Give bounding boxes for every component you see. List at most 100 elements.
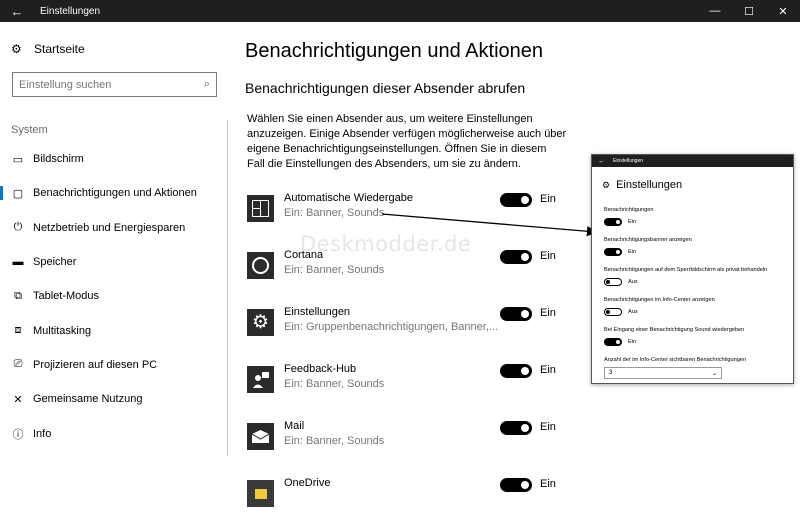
onedrive-icon xyxy=(247,480,274,507)
section-label: System xyxy=(11,124,48,136)
section-description: Wählen Sie einen Absender aus, um weiter… xyxy=(247,113,567,170)
sidebar-item-label: Speicher xyxy=(33,256,77,269)
sidebar-item-label: Multitasking xyxy=(33,324,92,337)
inset-toggle[interactable] xyxy=(604,248,622,256)
sender-toggle[interactable] xyxy=(500,421,532,435)
watermark-text: Deskmodder.de xyxy=(300,232,472,256)
inset-toggle-state: Aus xyxy=(628,309,638,315)
home-link[interactable]: ⚙ Startseite xyxy=(11,42,85,56)
home-label: Startseite xyxy=(34,42,85,56)
chevron-down-icon: ⌄ xyxy=(711,370,717,377)
inset-heading-text: Einstellungen xyxy=(616,179,683,191)
inset-heading: ⚙ Einstellungen xyxy=(602,179,682,191)
sidebar-item-label: Projizieren auf diesen PC xyxy=(33,358,158,371)
sidebar-item-info[interactable]: ⓘ Info xyxy=(0,416,228,450)
sidebar-item-bildschirm[interactable]: ▭ Bildschirm xyxy=(0,142,228,176)
toggle-state: Ein xyxy=(540,478,556,490)
sender-name: Automatische Wiedergabe xyxy=(284,192,414,204)
sidebar-item-benachrichtigungen[interactable]: ▢ Benachrichtigungen und Aktionen xyxy=(0,176,228,210)
inset-setting-label: Benachrichtigungen im Info-Center anzeig… xyxy=(604,297,715,303)
inset-setting-row: Benachrichtigungen im Info-Center anzeig… xyxy=(604,297,790,316)
inset-setting-row: Benachrichtigungsbanner anzeigen Ein xyxy=(604,237,790,256)
inset-toggle-state: Ein xyxy=(628,249,637,255)
project-icon: ⎚ xyxy=(13,358,23,371)
cortana-icon xyxy=(247,252,274,279)
sender-status: Ein: Banner, Sounds xyxy=(284,435,385,447)
power-icon: ⏻ xyxy=(13,221,23,234)
sidebar-item-label: Gemeinsame Nutzung xyxy=(33,393,143,406)
sender-toggle[interactable] xyxy=(500,250,532,264)
sidebar-item-projizieren[interactable]: ⎚ Projizieren auf diesen PC xyxy=(0,348,228,382)
toggle-state: Ein xyxy=(540,193,556,205)
inset-count-value: 3 xyxy=(609,370,613,376)
inset-setting-label: Benachrichtigungsbanner anzeigen xyxy=(604,237,692,243)
sender-status: Ein: Banner, Sounds xyxy=(284,378,385,390)
sender-name: Mail xyxy=(284,420,305,432)
inset-count-label: Anzahl der im Info-Center sichtbaren Ben… xyxy=(604,357,747,363)
search-input[interactable] xyxy=(19,78,204,91)
minimize-button[interactable]: — xyxy=(698,0,732,22)
sidebar-item-label: Tablet-Modus xyxy=(33,290,100,303)
sender-row[interactable]: Mail Ein: Banner, Sounds Ein xyxy=(247,420,787,470)
sidebar-item-label: Netzbetrieb und Energiesparen xyxy=(33,221,186,234)
inset-toggle[interactable] xyxy=(604,278,622,286)
inset-toggle[interactable] xyxy=(604,338,622,346)
sender-name: OneDrive xyxy=(284,477,331,489)
inset-setting-row: Bei Eingang einer Benachrichtigung Sound… xyxy=(604,327,790,346)
back-arrow-icon: ← xyxy=(10,3,24,19)
sender-toggle[interactable] xyxy=(500,364,532,378)
sidebar-item-label: Bildschirm xyxy=(33,153,84,166)
sender-toggle[interactable] xyxy=(500,193,532,207)
sidebar-item-speicher[interactable]: ▬ Speicher xyxy=(0,245,228,279)
close-button[interactable]: ✕ xyxy=(766,0,800,22)
toggle-state: Ein xyxy=(540,364,556,376)
inset-toggle-state: Aus xyxy=(628,279,638,285)
sender-status: Ein: Gruppenbenachrichtigungen, Banner,.… xyxy=(284,321,499,333)
inset-setting-label: Benachrichtigungen auf dem Sperrbildschi… xyxy=(604,267,768,273)
storage-icon: ▬ xyxy=(12,256,24,269)
sender-toggle[interactable] xyxy=(500,307,532,321)
sidebar-item-netzbetrieb[interactable]: ⏻ Netzbetrieb und Energiesparen xyxy=(0,211,228,245)
window-controls: — ☐ ✕ xyxy=(698,0,800,22)
back-button[interactable]: ← xyxy=(0,0,34,22)
search-icon[interactable]: ⌕ xyxy=(204,78,210,91)
feedback-hub-icon xyxy=(247,366,274,393)
sender-status: Ein: Banner, Sounds xyxy=(284,207,385,219)
autoplay-icon xyxy=(247,195,274,222)
toggle-state: Ein xyxy=(540,250,556,262)
inset-title-bar: ← Einstellungen xyxy=(592,155,793,167)
inset-setting-row: Benachrichtigungen Ein xyxy=(604,207,790,226)
shared-icon: ✕ xyxy=(13,393,23,406)
toggle-state: Ein xyxy=(540,421,556,433)
inset-back-icon[interactable]: ← xyxy=(598,158,605,165)
inset-gear-icon: ⚙ xyxy=(602,179,611,190)
sidebar-item-gemeinsame-nutzung[interactable]: ✕ Gemeinsame Nutzung xyxy=(0,382,228,416)
maximize-button[interactable]: ☐ xyxy=(732,0,766,22)
tablet-icon: ⧉ xyxy=(14,289,22,302)
inset-toggle-state: Ein xyxy=(628,219,637,225)
inset-count-dropdown[interactable]: 3 ⌄ xyxy=(604,367,722,379)
toggle-state: Ein xyxy=(540,307,556,319)
sidebar-item-multitasking[interactable]: ⧈ Multitasking xyxy=(0,313,228,347)
sender-name: Feedback-Hub xyxy=(284,363,357,375)
sidebar-item-label: Info xyxy=(33,427,52,440)
title-bar: ← Einstellungen — ☐ ✕ xyxy=(0,0,800,22)
inset-setting-label: Bei Eingang einer Benachrichtigung Sound… xyxy=(604,327,745,333)
sidebar: ⚙ Startseite ⌕ System ▭ Bildschirm ▢ Ben… xyxy=(0,22,228,488)
home-gear-icon: ⚙ xyxy=(11,42,22,56)
search-box[interactable]: ⌕ xyxy=(12,72,217,97)
sender-row[interactable]: OneDrive Ein xyxy=(247,477,787,527)
sidebar-item-tablet-modus[interactable]: ⧉ Tablet-Modus xyxy=(0,279,228,313)
inset-setting-row: Benachrichtigungen auf dem Sperrbildschi… xyxy=(604,267,790,286)
sender-toggle[interactable] xyxy=(500,478,532,492)
sender-status: Ein: Banner, Sounds xyxy=(284,264,385,276)
inset-count-row: Anzahl der im Info-Center sichtbaren Ben… xyxy=(604,357,790,379)
sender-name: Einstellungen xyxy=(284,306,351,318)
notification-icon: ▢ xyxy=(12,187,24,200)
inset-toggle[interactable] xyxy=(604,218,622,226)
inset-toggle[interactable] xyxy=(604,308,622,316)
section-subtitle: Benachrichtigungen dieser Absender abruf… xyxy=(245,80,526,96)
sidebar-nav: ▭ Bildschirm ▢ Benachrichtigungen und Ak… xyxy=(0,142,228,451)
sidebar-item-label: Benachrichtigungen und Aktionen xyxy=(33,187,197,200)
settings-gear-icon: ⚙ xyxy=(247,309,274,336)
